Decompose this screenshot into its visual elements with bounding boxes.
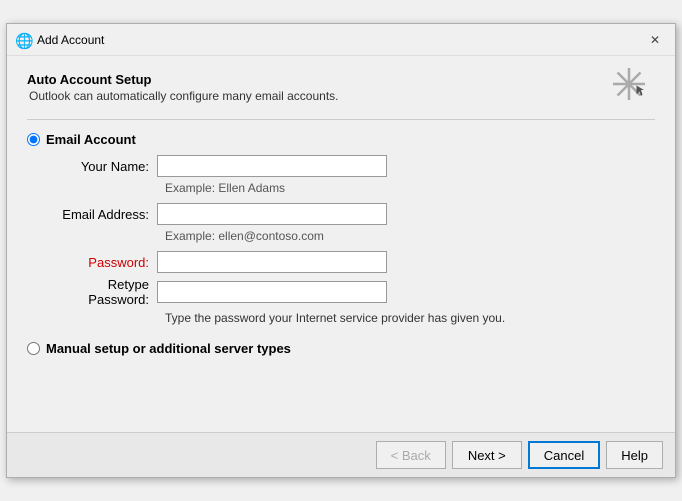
email-address-input[interactable]: [157, 203, 387, 225]
cancel-button[interactable]: Cancel: [528, 441, 600, 469]
email-account-radio[interactable]: [27, 133, 40, 146]
snowflake-icon: [611, 66, 647, 108]
dialog-title: Add Account: [37, 33, 643, 47]
password-hint: Type the password your Internet service …: [165, 311, 655, 325]
email-address-row: Email Address:: [47, 203, 655, 225]
close-button[interactable]: ✕: [643, 28, 667, 52]
back-button[interactable]: < Back: [376, 441, 446, 469]
retype-password-label: Retype Password:: [47, 277, 157, 307]
manual-setup-radio-label[interactable]: Manual setup or additional server types: [27, 341, 655, 356]
auto-setup-description: Outlook can automatically configure many…: [29, 89, 655, 103]
password-input[interactable]: [157, 251, 387, 273]
manual-setup-label: Manual setup or additional server types: [46, 341, 291, 356]
email-form: Your Name: Example: Ellen Adams Email Ad…: [47, 155, 655, 325]
your-name-row: Your Name:: [47, 155, 655, 177]
add-account-dialog: 🌐 Add Account ✕ Auto Account Setup Outlo…: [6, 23, 676, 478]
retype-password-input[interactable]: [157, 281, 387, 303]
auto-setup-section: Auto Account Setup Outlook can automatic…: [27, 72, 655, 103]
divider: [27, 119, 655, 120]
password-row: Password:: [47, 251, 655, 273]
retype-password-row: Retype Password:: [47, 277, 655, 307]
your-name-hint: Example: Ellen Adams: [165, 181, 655, 195]
dialog-content: Auto Account Setup Outlook can automatic…: [7, 56, 675, 372]
button-bar: < Back Next > Cancel Help: [7, 432, 675, 477]
manual-setup-radio[interactable]: [27, 342, 40, 355]
email-account-section: Email Account Your Name: Example: Ellen …: [27, 132, 655, 325]
email-address-hint: Example: ellen@contoso.com: [165, 229, 655, 243]
help-button[interactable]: Help: [606, 441, 663, 469]
password-label: Password:: [47, 255, 157, 270]
your-name-input[interactable]: [157, 155, 387, 177]
title-bar: 🌐 Add Account ✕: [7, 24, 675, 56]
email-account-label: Email Account: [46, 132, 136, 147]
manual-setup-section: Manual setup or additional server types: [27, 341, 655, 356]
email-address-label: Email Address:: [47, 207, 157, 222]
next-button[interactable]: Next >: [452, 441, 522, 469]
email-account-radio-label[interactable]: Email Account: [27, 132, 655, 147]
auto-setup-heading: Auto Account Setup: [27, 72, 655, 87]
your-name-label: Your Name:: [47, 159, 157, 174]
globe-icon: 🌐: [15, 32, 31, 48]
